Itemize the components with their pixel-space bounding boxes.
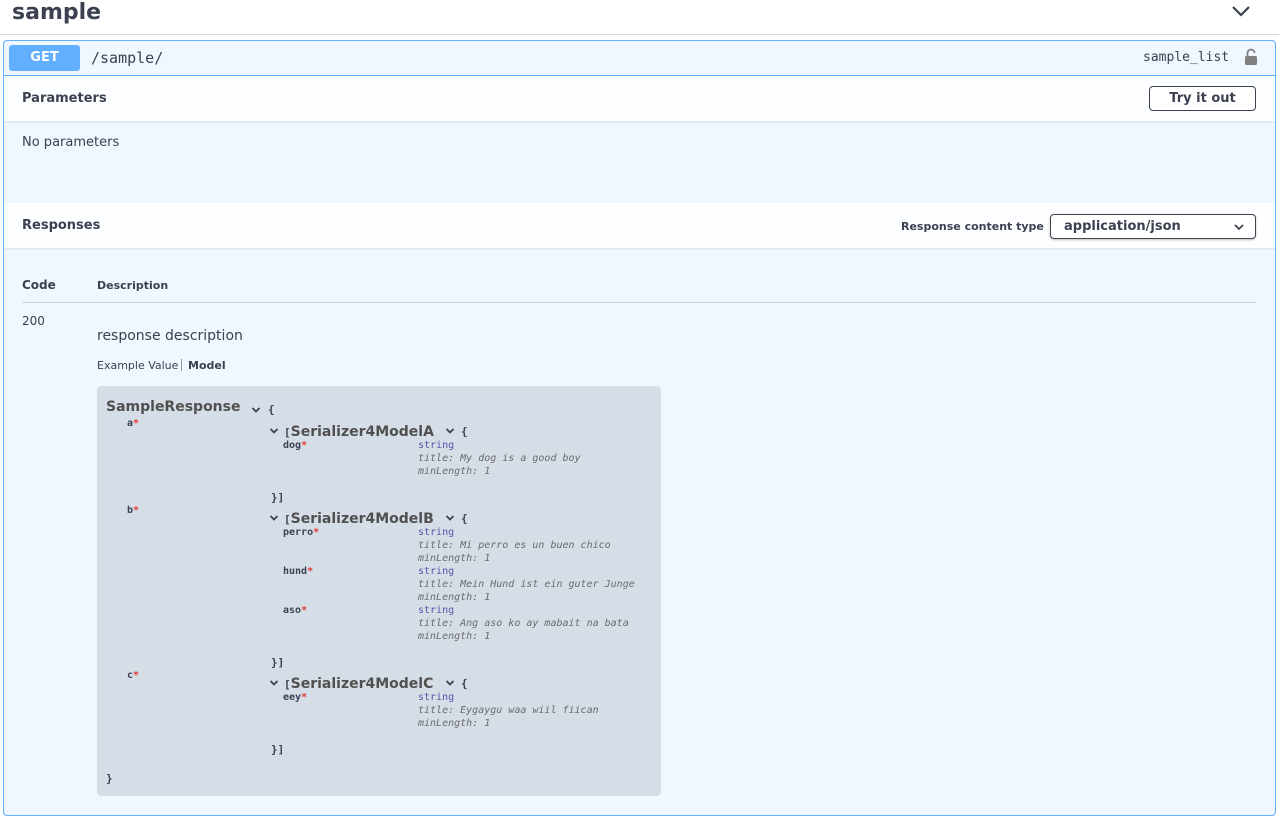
field-title: title: Ang aso ko ay mabait na bata [418, 618, 629, 629]
table-divider [22, 302, 1256, 303]
response-content-type-label: Response content type [901, 220, 1044, 233]
chevron-down-icon[interactable] [445, 679, 455, 687]
chevron-down-icon[interactable] [251, 406, 261, 414]
field-type: string [418, 566, 455, 577]
field-minlength: minLength: 1 [418, 718, 491, 729]
field-minlength: minLength: 1 [418, 553, 491, 564]
tab-example-value[interactable]: Example Value [97, 358, 178, 373]
ref-close-brace: }] [271, 743, 285, 756]
ref-close-brace: }] [271, 656, 285, 669]
chevron-down-icon[interactable] [269, 514, 279, 522]
field-name: hund* [283, 566, 314, 577]
response-content-type-value: application/json [1064, 219, 1181, 234]
operation-block-get: GET /sample/ sample_list Parameters Try … [3, 40, 1276, 816]
field-minlength: minLength: 1 [418, 631, 491, 642]
field-type: string [418, 440, 455, 451]
field-minlength: minLength: 1 [418, 592, 491, 603]
property-name: c* [127, 670, 140, 681]
field-name: aso* [283, 605, 308, 616]
no-parameters-text: No parameters [22, 135, 120, 150]
field-title: title: Mein Hund ist ein guter Junge [418, 579, 635, 590]
field-title: title: My dog is a good boy [418, 453, 581, 464]
field-type: string [418, 605, 455, 616]
tag-title: sample [12, 0, 102, 25]
operation-summary[interactable]: GET /sample/ sample_list [4, 41, 1275, 76]
parameters-title: Parameters [22, 91, 107, 106]
parameters-header: Parameters [4, 76, 1275, 121]
field-name: eey* [283, 692, 308, 703]
field-name: dog* [283, 440, 308, 451]
tag-section-header[interactable]: sample [0, 0, 1279, 35]
field-minlength: minLength: 1 [418, 466, 491, 477]
chevron-down-icon[interactable] [1230, 3, 1252, 19]
response-description: response description [97, 328, 243, 344]
http-method-badge: GET [9, 45, 80, 71]
property-name: a* [127, 418, 140, 429]
chevron-down-icon[interactable] [445, 427, 455, 435]
try-it-out-button[interactable]: Try it out [1149, 86, 1256, 111]
chevron-down-icon[interactable] [269, 427, 279, 435]
column-header-code: Code [22, 278, 56, 292]
field-title: title: Eygaygu waa wiil fiican [418, 705, 599, 716]
response-code: 200 [22, 314, 45, 328]
chevron-down-icon [1234, 224, 1244, 231]
model-box: SampleResponse { a* [Serializer4ModelA {… [97, 386, 661, 796]
required-mark: * [133, 418, 140, 429]
model-name[interactable]: SampleResponse [106, 398, 240, 416]
ref-close-brace: }] [271, 491, 285, 504]
tab-divider [181, 359, 182, 371]
tab-model[interactable]: Model [188, 358, 226, 373]
field-name: perro* [283, 527, 320, 538]
ref-open-brace: { [461, 425, 468, 438]
operation-path: /sample/ [91, 49, 164, 67]
model-open-brace: { [268, 403, 275, 416]
model-close-brace: } [106, 772, 113, 785]
chevron-down-icon[interactable] [269, 679, 279, 687]
field-title: title: Mi perro es un buen chico [418, 540, 611, 551]
field-type: string [418, 527, 455, 538]
chevron-down-icon[interactable] [445, 514, 455, 522]
ref-open-brace: { [461, 512, 468, 525]
ref-open-brace: { [461, 677, 468, 690]
responses-title: Responses [22, 218, 101, 233]
operation-id: sample_list [1143, 50, 1230, 65]
field-type: string [418, 692, 455, 703]
response-content-type-select[interactable]: application/json [1050, 214, 1256, 239]
property-name: b* [127, 505, 140, 516]
lock-icon[interactable] [1244, 48, 1258, 66]
column-header-description: Description [97, 279, 169, 292]
